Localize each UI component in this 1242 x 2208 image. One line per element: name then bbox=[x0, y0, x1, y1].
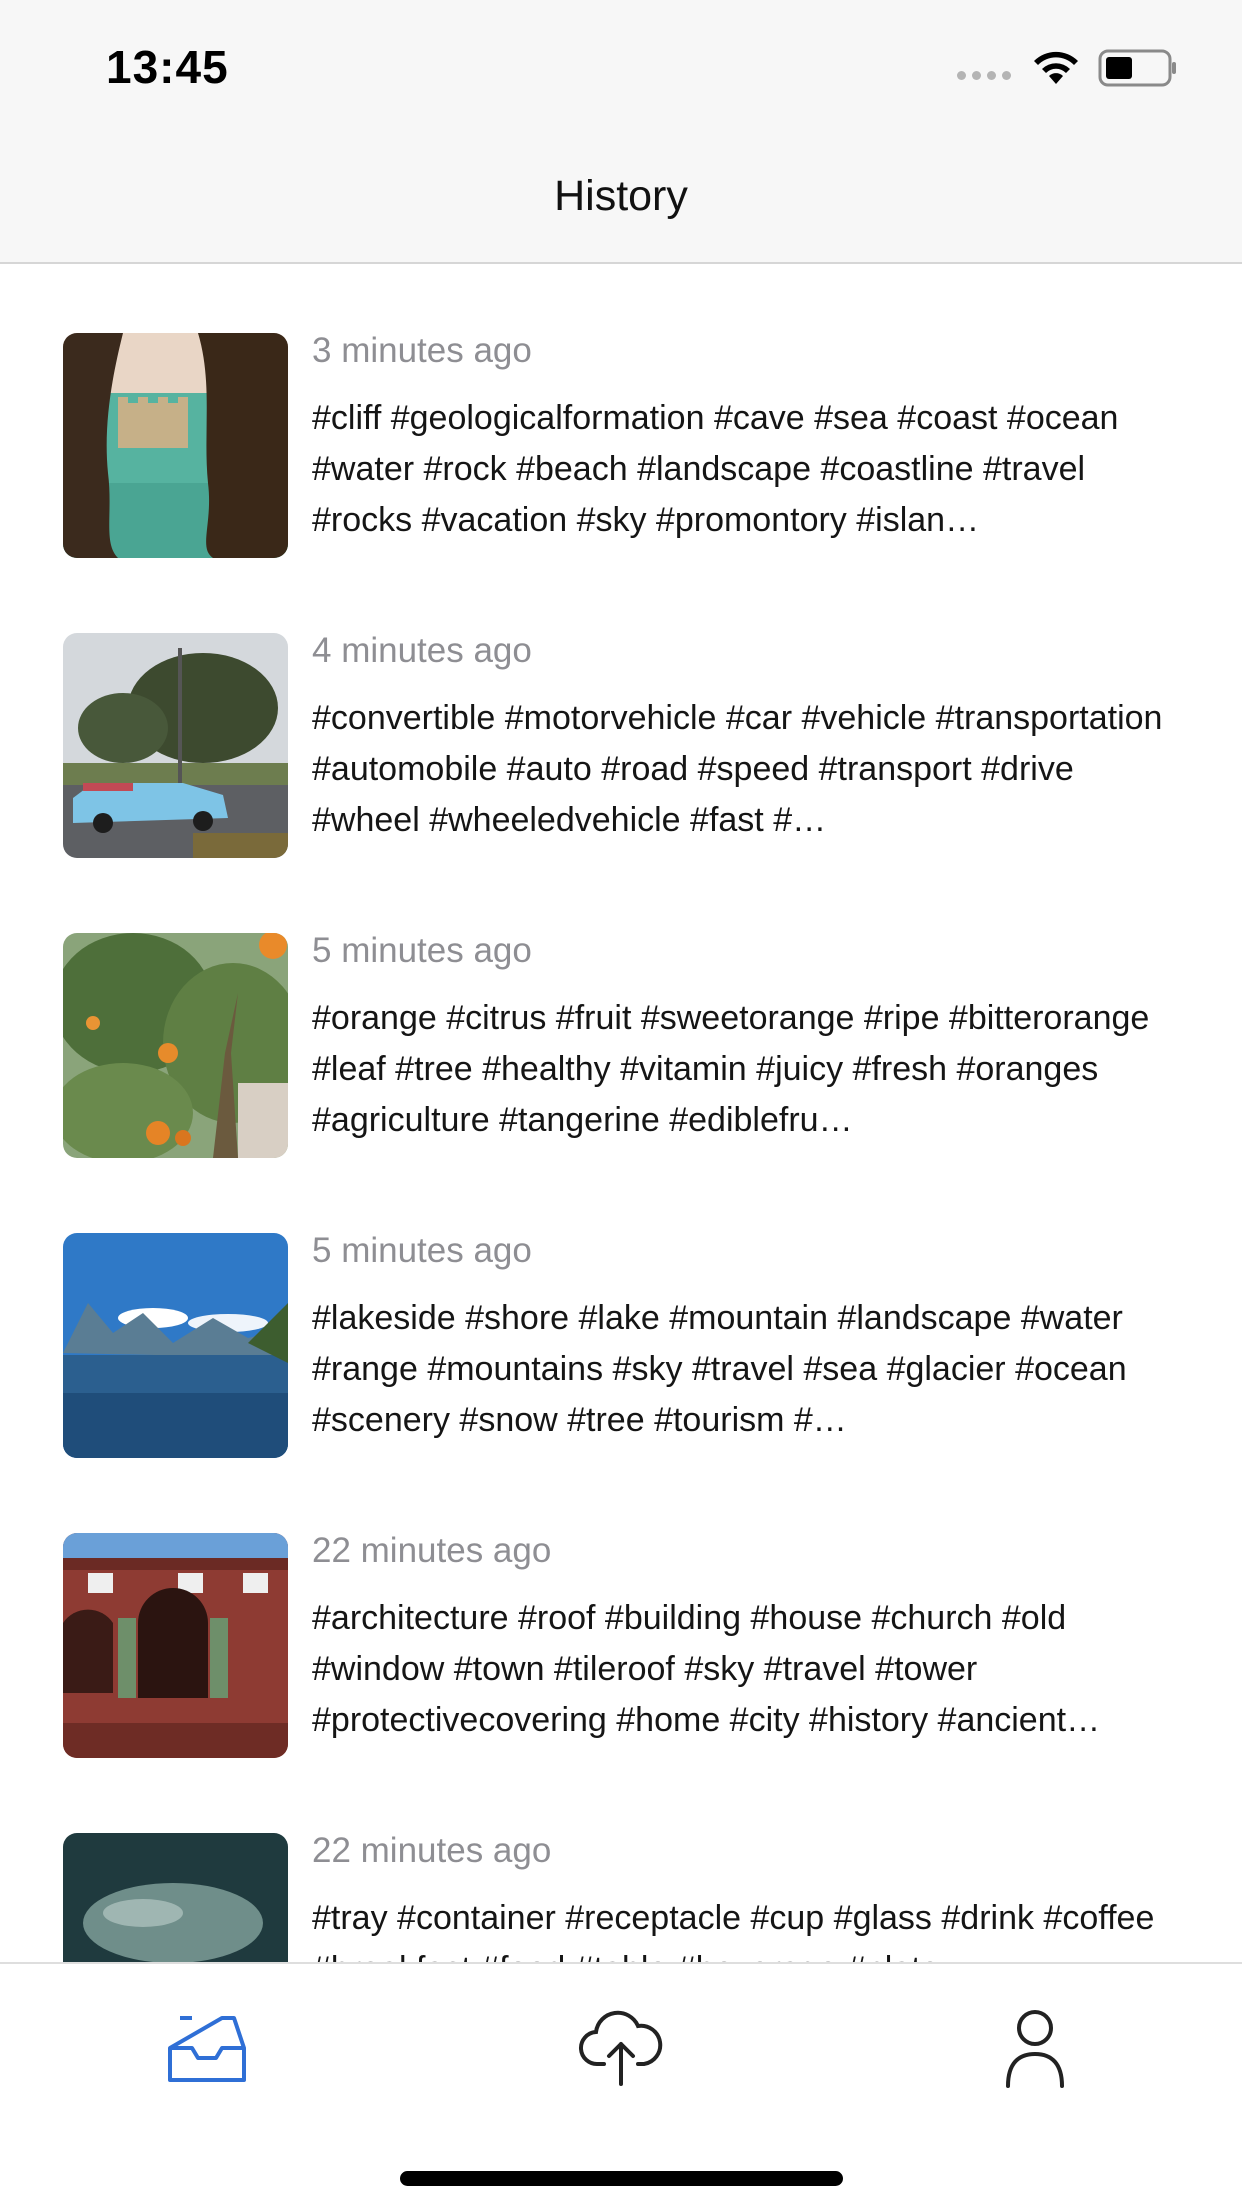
item-time-ago: 4 minutes ago bbox=[312, 631, 532, 670]
history-item[interactable]: 5 minutes ago #orange #citrus #fruit #sw… bbox=[0, 931, 1242, 1233]
page-title: History bbox=[554, 172, 688, 220]
thumbnail-image bbox=[63, 633, 288, 858]
thumbnail-image bbox=[63, 1533, 288, 1758]
history-item[interactable]: 3 minutes ago #cliff #geologicalformatio… bbox=[0, 331, 1242, 633]
thumbnail-image bbox=[63, 1233, 288, 1458]
item-time-ago: 3 minutes ago bbox=[312, 331, 532, 370]
item-tags: #convertible #motorvehicle #car #vehicle… bbox=[312, 699, 1163, 839]
history-item[interactable]: 5 minutes ago #lakeside #shore #lake #mo… bbox=[0, 1231, 1242, 1533]
history-item[interactable]: 4 minutes ago #convertible #motorvehicle… bbox=[0, 631, 1242, 933]
wifi-icon bbox=[1034, 51, 1078, 84]
thumbnail-image bbox=[63, 1833, 288, 1962]
item-tags: #cliff #geologicalformation #cave #sea #… bbox=[312, 399, 1119, 539]
status-time: 13:45 bbox=[106, 41, 229, 93]
thumbnail-image bbox=[63, 933, 288, 1158]
history-item[interactable]: 22 minutes ago #architecture #roof #buil… bbox=[0, 1531, 1242, 1833]
item-time-ago: 5 minutes ago bbox=[312, 931, 532, 970]
item-tags: #tray #container #receptacle #cup #glass… bbox=[312, 1899, 1155, 1962]
battery-icon bbox=[1098, 49, 1176, 87]
home-indicator bbox=[400, 2171, 843, 2186]
item-time-ago: 22 minutes ago bbox=[312, 1531, 552, 1570]
history-item[interactable]: 22 minutes ago #tray #container #recepta… bbox=[0, 1831, 1242, 1962]
cellular-signal-icon bbox=[957, 71, 1011, 80]
item-tags: #orange #citrus #fruit #sweetorange #rip… bbox=[312, 999, 1150, 1139]
inbox-icon[interactable] bbox=[162, 2000, 252, 2090]
top-bar: 13:45 History bbox=[0, 0, 1242, 264]
cloud-upload-icon[interactable] bbox=[576, 2000, 666, 2090]
item-tags: #architecture #roof #building #house #ch… bbox=[312, 1599, 1101, 1739]
item-time-ago: 22 minutes ago bbox=[312, 1831, 552, 1870]
screen: 13:45 History 3 minutes ago #cliff #geol… bbox=[0, 0, 1242, 2208]
history-list[interactable]: 3 minutes ago #cliff #geologicalformatio… bbox=[0, 266, 1242, 1962]
item-tags: #lakeside #shore #lake #mountain #landsc… bbox=[312, 1299, 1127, 1439]
item-time-ago: 5 minutes ago bbox=[312, 1231, 532, 1270]
person-icon[interactable] bbox=[990, 2000, 1080, 2090]
thumbnail-image bbox=[63, 333, 288, 558]
